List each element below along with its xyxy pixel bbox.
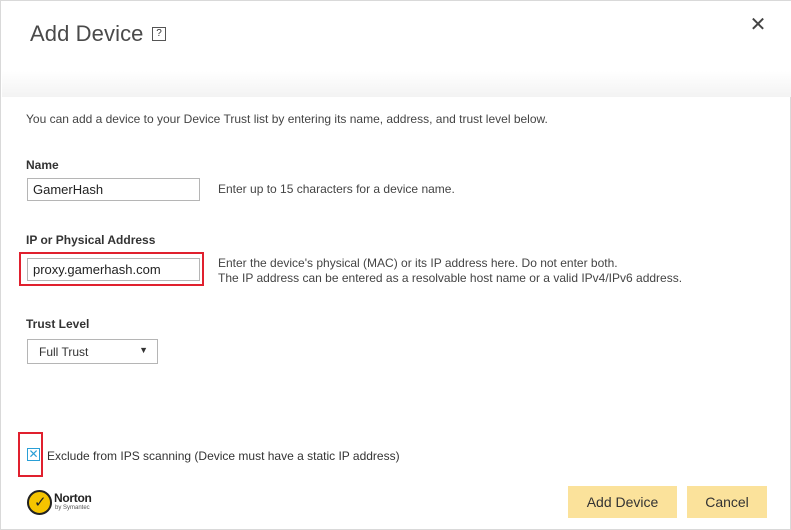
exclude-ips-label[interactable]: Exclude from IPS scanning (Device must h… — [47, 449, 400, 463]
address-hint-line2: The IP address can be entered as a resol… — [218, 271, 683, 285]
add-device-dialog: Add Device ? ✕ You can add a device to y… — [0, 0, 791, 530]
trust-level-select[interactable]: Full Trust ▼ — [27, 339, 158, 364]
norton-logo: ✓ Norton by Symantec — [27, 488, 102, 518]
name-hint: Enter up to 15 characters for a device n… — [218, 182, 455, 196]
help-icon[interactable]: ? — [152, 27, 166, 41]
name-label: Name — [26, 158, 59, 172]
dialog-header: Add Device ? ✕ — [2, 1, 791, 97]
address-hint-line1: Enter the device's physical (MAC) or its… — [218, 256, 618, 270]
close-icon[interactable]: ✕ — [746, 13, 770, 37]
address-input[interactable] — [27, 258, 200, 281]
norton-check-icon: ✓ — [27, 490, 52, 515]
norton-byline: by Symantec — [55, 505, 90, 511]
chevron-down-icon: ▼ — [139, 345, 148, 355]
name-input[interactable] — [27, 178, 200, 201]
trust-level-value: Full Trust — [39, 345, 89, 359]
add-device-button[interactable]: Add Device — [568, 486, 677, 518]
norton-wordmark: Norton — [54, 491, 92, 505]
exclude-ips-checkbox[interactable]: ✕ — [27, 448, 40, 461]
intro-text: You can add a device to your Device Trus… — [26, 112, 548, 126]
cancel-button[interactable]: Cancel — [687, 486, 767, 518]
trust-level-label: Trust Level — [26, 317, 90, 331]
address-label: IP or Physical Address — [26, 233, 156, 247]
dialog-title: Add Device — [30, 21, 144, 46]
